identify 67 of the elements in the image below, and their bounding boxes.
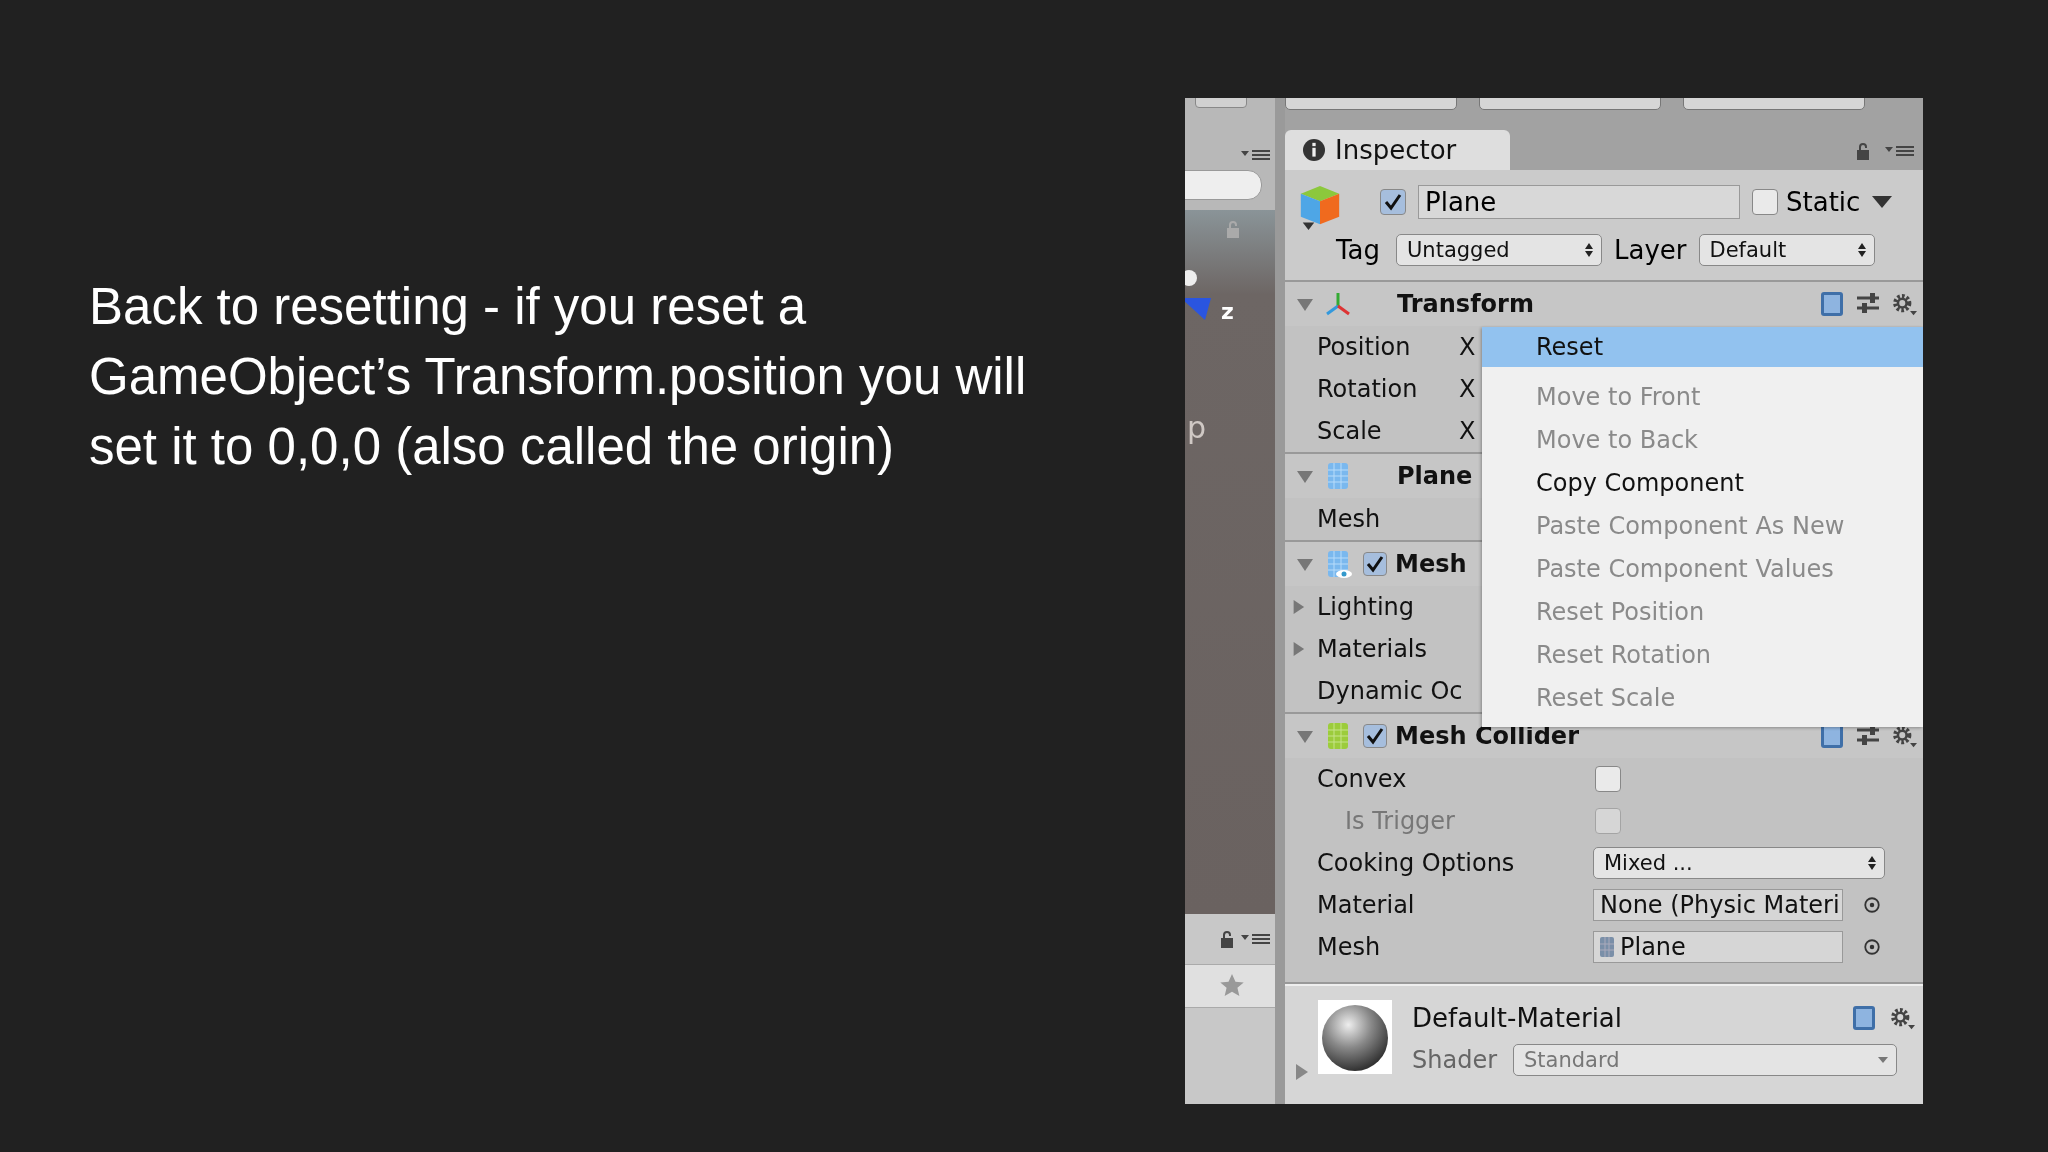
component-title: Mesh [1395,550,1467,578]
shader-label: Shader [1412,1046,1498,1074]
layer-label: Layer [1614,235,1687,265]
field-label: Materials [1317,635,1428,663]
updown-arrows-icon [1868,856,1876,870]
tag-dropdown[interactable]: Untagged [1396,234,1602,266]
caret-icon [1878,1057,1889,1063]
field-label: Scale [1317,417,1383,445]
field-label: Is Trigger [1344,807,1456,835]
field-label: Lighting [1317,593,1415,621]
help-book-icon[interactable] [1819,290,1845,318]
axis-label: z [1221,299,1234,324]
lock-icon[interactable] [1219,930,1235,948]
caret-icon[interactable] [1872,196,1893,208]
static-label: Static [1786,187,1861,217]
field-label: Rotation [1317,375,1419,403]
active-checkbox[interactable] [1380,189,1406,215]
axis-label: X [1459,375,1476,403]
slide-text: Back to resetting - if you reset a GameObject’s Transform.position you will set it to 0,0,0 (also called the origin) [89,277,1028,477]
shader-dropdown[interactable]: Standard [1513,1044,1898,1076]
field-label: Convex [1317,765,1408,793]
foldout-arrow-icon[interactable] [1293,1064,1309,1080]
menu-icon[interactable] [1241,932,1271,946]
field-label: Mesh [1317,505,1382,533]
checkbox[interactable] [1595,766,1621,792]
enabled-checkbox[interactable] [1363,552,1387,576]
axis-label: X [1459,417,1476,445]
object-picker-icon[interactable] [1863,938,1881,956]
lock-icon[interactable] [1855,142,1871,160]
menu-icon[interactable] [1885,144,1915,158]
foldout-arrow-icon[interactable] [1291,642,1305,656]
scene-label: p [1187,410,1207,445]
object-field[interactable]: None (Physic Materi [1593,889,1843,921]
field-label: Material [1317,891,1416,919]
material-name: Default-Material [1412,1003,1622,1033]
foldout-arrow-icon[interactable] [1297,728,1313,744]
name-field[interactable]: Plane [1418,185,1740,219]
field-label: Dynamic Oc [1317,677,1459,705]
field-label: Cooking Options [1317,849,1516,877]
updown-arrows-icon [1585,243,1593,257]
layer-dropdown[interactable]: Default [1698,234,1875,266]
object-picker-icon[interactable] [1863,896,1881,914]
tag-label: Tag [1336,235,1381,265]
inspector-tab[interactable]: Inspector [1285,130,1510,170]
updown-arrows-icon [1857,243,1866,257]
foldout-arrow-icon[interactable] [1297,296,1313,312]
axis-label: X [1459,333,1476,361]
help-book-icon[interactable] [1851,1004,1877,1032]
info-icon [1303,139,1325,161]
object-field[interactable]: Plane [1593,931,1843,963]
menu-icon[interactable] [1241,148,1271,162]
dropdown[interactable]: Mixed ... [1593,847,1885,879]
static-checkbox[interactable] [1752,189,1778,215]
enabled-checkbox[interactable] [1363,724,1387,748]
mesh-icon [1600,937,1614,957]
component-title: Plane [1397,462,1473,490]
component-title: Mesh Collider [1395,722,1579,750]
field-label: Position [1317,333,1412,361]
foldout-arrow-icon[interactable] [1291,600,1305,614]
foldout-arrow-icon[interactable] [1297,556,1313,572]
foldout-arrow-icon[interactable] [1297,468,1313,484]
search-field[interactable] [1185,170,1262,200]
field-label: Mesh [1317,933,1382,961]
menu-item[interactable]: Copy Component [1482,461,1923,504]
component-header[interactable]: Transform [1285,282,1923,326]
menu-item[interactable]: Reset [1482,327,1923,367]
component-title: Transform [1397,290,1534,318]
